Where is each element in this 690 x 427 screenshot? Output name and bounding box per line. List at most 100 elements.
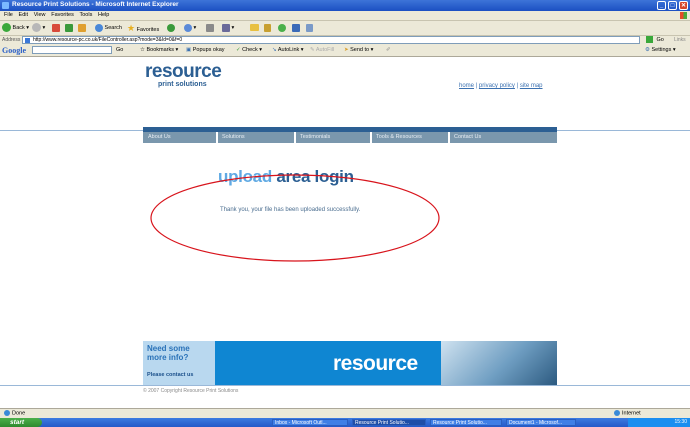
go-button[interactable]: Go xyxy=(646,36,664,43)
home-icon xyxy=(78,23,86,32)
print-icon xyxy=(206,23,214,32)
search-button[interactable]: Search xyxy=(95,23,122,33)
top-links: home | privacy policy | site map xyxy=(459,83,543,89)
discuss-button[interactable] xyxy=(306,23,313,33)
refresh-button[interactable] xyxy=(65,23,73,33)
annotation-ellipse xyxy=(150,174,440,262)
media-button[interactable] xyxy=(264,23,271,33)
folder-button[interactable] xyxy=(250,23,259,33)
sendto-button[interactable]: ➤ Send to ▾ xyxy=(344,47,373,53)
windows-taskbar: start Inbox - Microsoft Outl... Resource… xyxy=(0,418,690,427)
site-logo[interactable]: resource xyxy=(145,62,222,81)
banner-promo-panel: Need some more info? Please contact us xyxy=(143,341,215,385)
mail-button[interactable]: ▾ xyxy=(184,23,196,33)
go-arrow-icon xyxy=(646,36,653,43)
ie-icon xyxy=(2,2,9,9)
folder-icon xyxy=(250,24,259,32)
status-bar: Done Internet xyxy=(0,408,690,418)
spellcheck-button[interactable]: ✓ Check ▾ xyxy=(236,47,262,53)
popup-blocker-button[interactable]: ▣ Popups okay xyxy=(186,47,225,53)
menu-favorites[interactable]: Favorites xyxy=(51,11,74,20)
status-text: Done xyxy=(4,410,25,416)
media-icon xyxy=(264,23,271,32)
google-search-input[interactable] xyxy=(32,46,112,54)
banner-need-info: Need some more info? xyxy=(147,344,190,362)
taskbar-outlook[interactable]: Inbox - Microsoft Outl... xyxy=(272,419,348,426)
nav-separator xyxy=(448,132,450,143)
zone-label: Internet xyxy=(622,410,641,417)
sendto-label: Send to xyxy=(350,47,370,53)
nav-solutions[interactable]: Solutions xyxy=(222,134,245,140)
windows-logo-icon xyxy=(680,12,687,19)
taskbar-ie-window-1[interactable]: Resource Print Solutio... xyxy=(352,419,426,426)
window-title-bar[interactable]: Resource Print Solutions - Microsoft Int… xyxy=(0,0,690,11)
taskbar-word[interactable]: Document1 - Microsof... xyxy=(506,419,576,426)
address-url: http://www.resource-pc.co.uk/FileControl… xyxy=(33,37,183,43)
links-label[interactable]: Links xyxy=(674,37,686,43)
menu-help[interactable]: Help xyxy=(98,11,109,20)
autofill-icon: ✎ xyxy=(310,47,315,53)
highlighter-icon: ✐ xyxy=(386,47,391,53)
home-link[interactable]: home xyxy=(459,83,474,89)
upload-success-message: Thank you, your file has been uploaded s… xyxy=(220,207,361,213)
sendto-icon: ➤ xyxy=(344,47,349,53)
autofill-button[interactable]: ✎ AutoFill xyxy=(310,47,334,53)
menu-file[interactable]: File xyxy=(4,11,13,20)
edit-icon xyxy=(222,23,230,32)
print-button[interactable] xyxy=(206,23,214,33)
google-go-button[interactable]: Go xyxy=(116,47,123,53)
favorites-button[interactable]: ★ Favorites xyxy=(127,23,159,33)
search-icon xyxy=(95,23,103,32)
google-logo[interactable]: Google xyxy=(2,46,26,55)
history-button[interactable] xyxy=(167,23,175,33)
page-icon xyxy=(25,38,30,43)
highlight-button[interactable]: ✐ xyxy=(386,47,391,53)
back-button[interactable]: Back ▾ xyxy=(2,23,29,33)
popups-label: Popups okay xyxy=(192,47,225,53)
autolink-button[interactable]: ↘ AutoLink ▾ xyxy=(272,47,304,53)
nav-tools-resources[interactable]: Tools & Resources xyxy=(376,134,422,140)
google-settings-button[interactable]: ⚙ Settings ▾ xyxy=(645,47,676,53)
nav-testimonials[interactable]: Testimonials xyxy=(300,134,330,140)
banner-contact-link[interactable]: Please contact us xyxy=(147,372,193,378)
copyright-text: © 2007 Copyright Resource Print Solution… xyxy=(143,388,239,394)
privacy-policy-link[interactable]: privacy policy xyxy=(479,83,515,89)
history-icon xyxy=(167,23,175,32)
minimize-button[interactable]: _ xyxy=(657,1,666,10)
banner-office-photo xyxy=(441,341,557,385)
nav-about-us[interactable]: About Us xyxy=(148,134,171,140)
stop-button[interactable] xyxy=(52,23,60,33)
go-label: Go xyxy=(656,36,664,43)
research-button[interactable] xyxy=(292,23,300,33)
nav-contact-us[interactable]: Contact Us xyxy=(454,134,481,140)
site-map-link[interactable]: site map xyxy=(520,83,543,89)
google-bookmarks-button[interactable]: ☆ Bookmarks ▾ xyxy=(140,47,178,53)
back-label: Back xyxy=(12,25,25,31)
contact-banner[interactable]: Need some more info? Please contact us r… xyxy=(143,341,557,385)
google-toolbar: Google Go ☆ Bookmarks ▾ ▣ Popups okay ✓ … xyxy=(0,45,690,57)
star-icon: ★ xyxy=(127,23,136,33)
menu-edit[interactable]: Edit xyxy=(19,11,28,20)
check-icon: ✓ xyxy=(236,47,241,53)
research-icon xyxy=(292,23,300,32)
mail-icon xyxy=(184,23,192,32)
forward-arrow-icon xyxy=(32,23,41,33)
internet-zone-icon xyxy=(614,410,620,416)
maximize-button[interactable]: □ xyxy=(668,1,677,10)
stop-icon xyxy=(52,23,60,32)
menu-tools[interactable]: Tools xyxy=(80,11,93,20)
messenger-button[interactable] xyxy=(278,23,286,33)
home-button[interactable] xyxy=(78,23,86,33)
start-button[interactable]: start xyxy=(0,418,42,427)
menu-view[interactable]: View xyxy=(34,11,46,20)
close-button[interactable]: ✕ xyxy=(679,1,688,10)
taskbar-ie-window-2[interactable]: Resource Print Solutio... xyxy=(430,419,502,426)
footer-divider xyxy=(0,385,690,386)
autolink-label: AutoLink xyxy=(277,47,300,53)
address-input[interactable]: http://www.resource-pc.co.uk/FileControl… xyxy=(22,36,640,44)
address-bar: Address http://www.resource-pc.co.uk/Fil… xyxy=(0,36,690,45)
edit-button[interactable]: ▾ xyxy=(222,23,234,33)
forward-button[interactable]: ▾ xyxy=(32,23,45,33)
autofill-label: AutoFill xyxy=(315,47,335,53)
nav-separator xyxy=(216,132,218,143)
